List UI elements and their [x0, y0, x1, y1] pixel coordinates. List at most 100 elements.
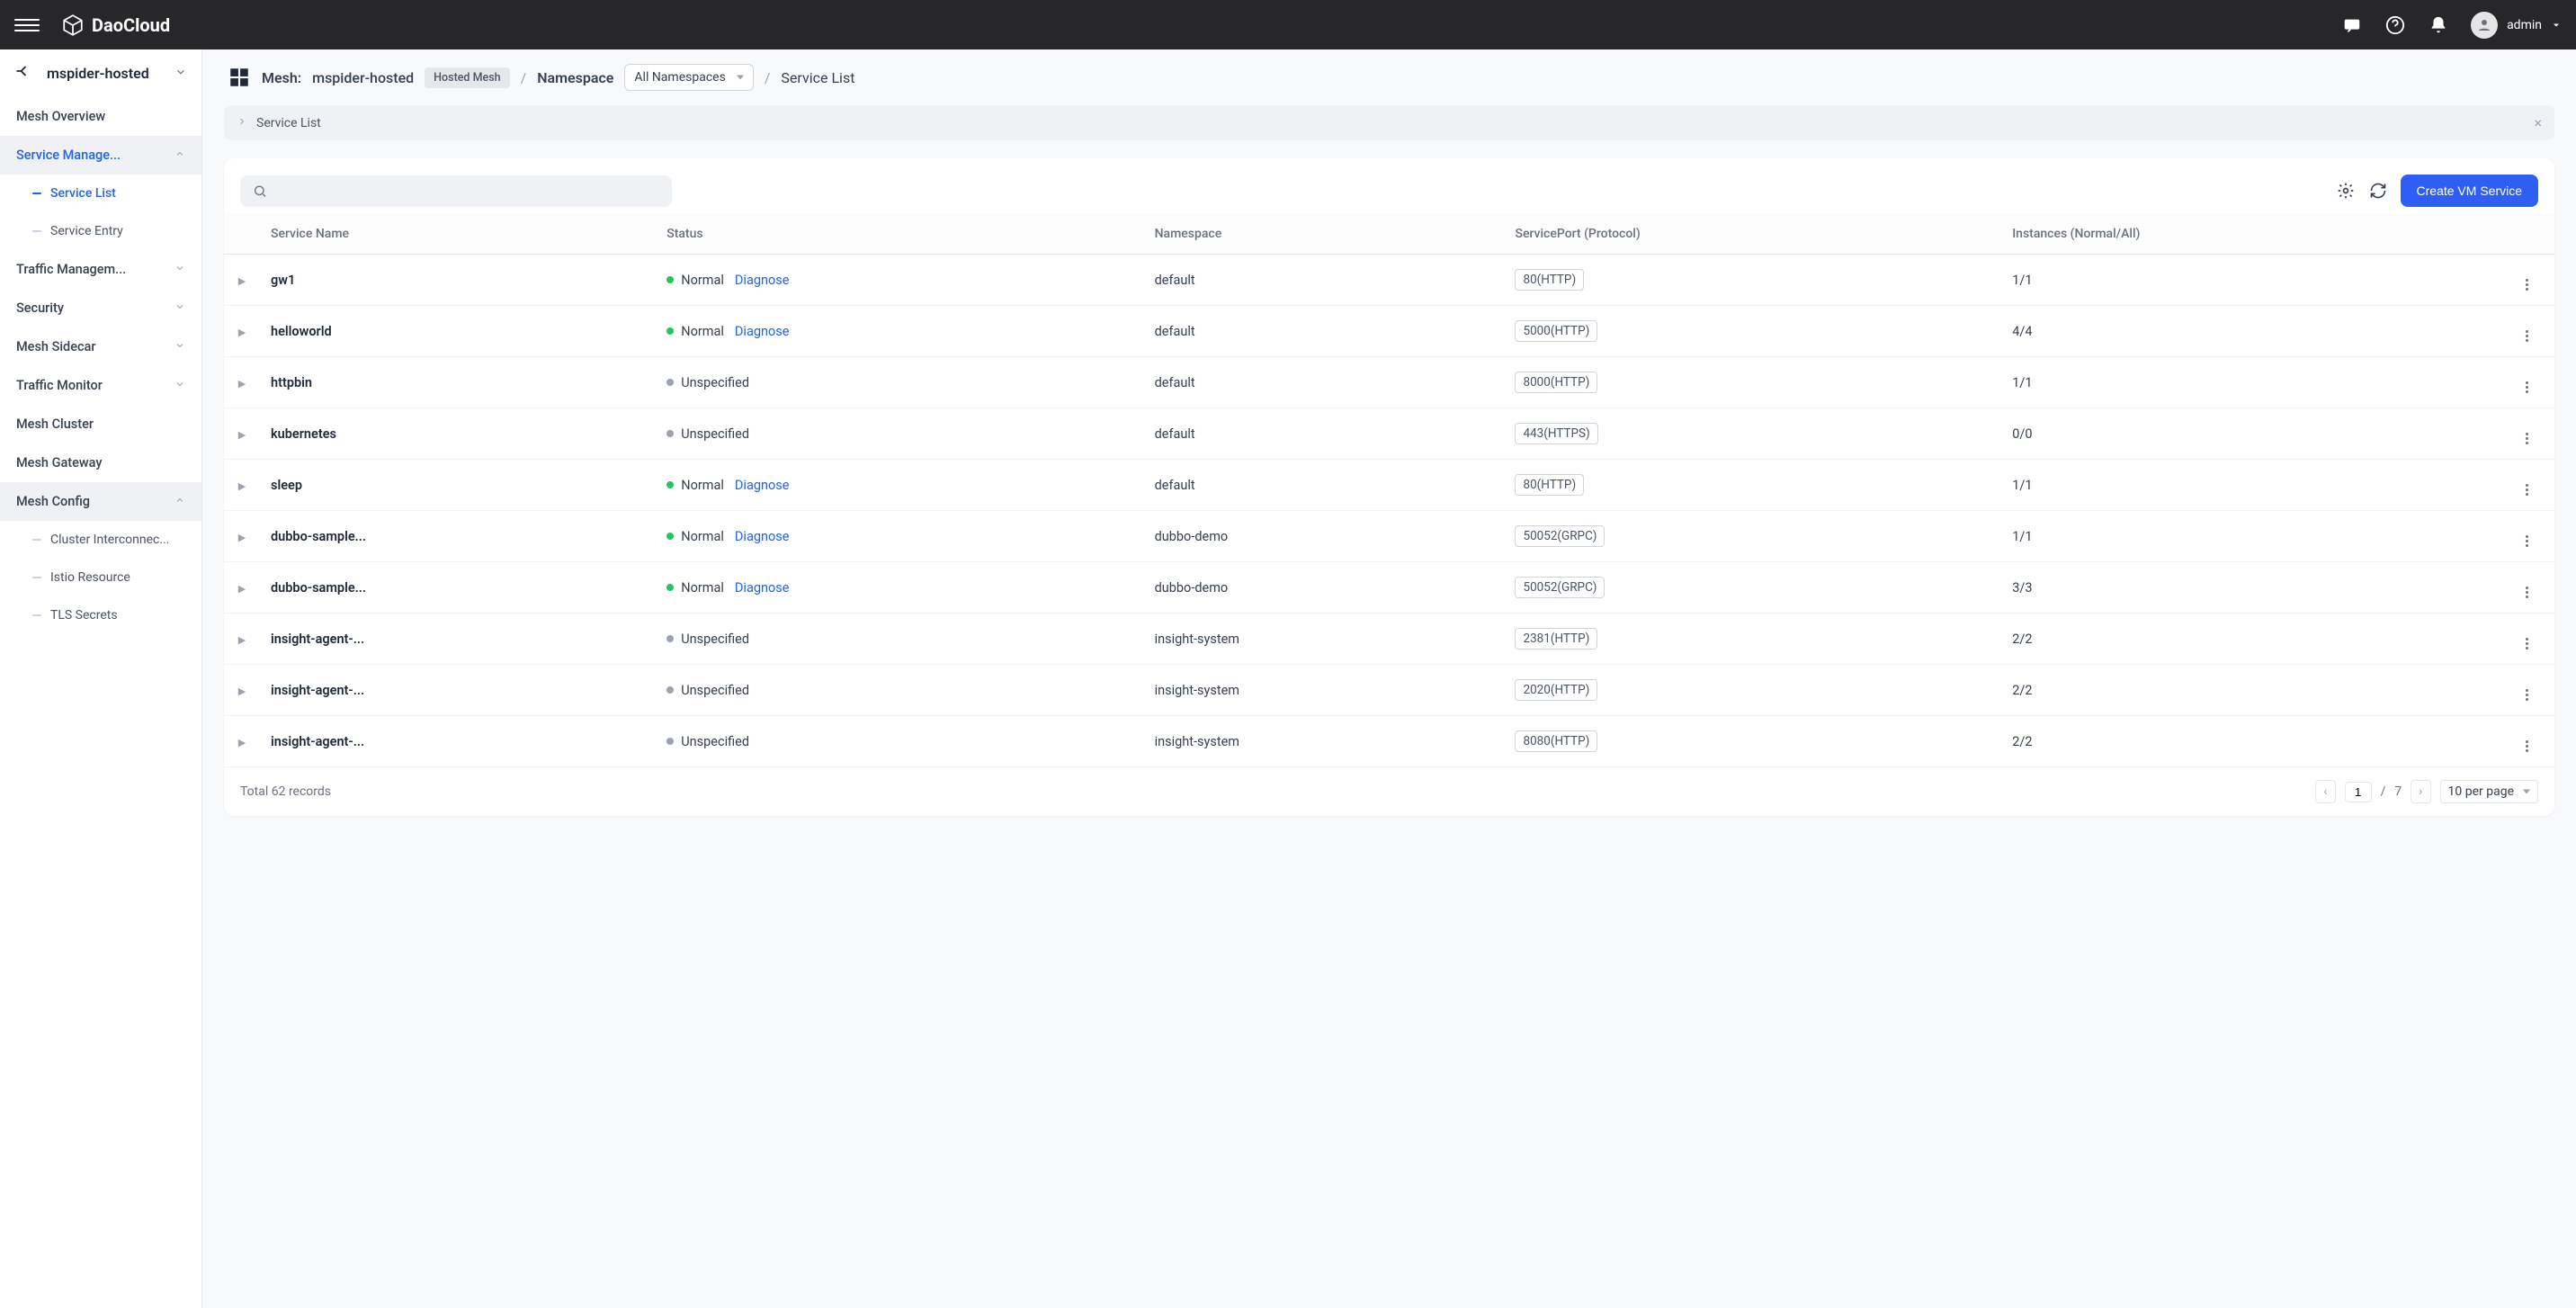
port-badge: 443(HTTPS): [1515, 423, 1597, 444]
col-service-name: Service Name: [260, 214, 656, 255]
expand-caret-icon[interactable]: ▶: [238, 429, 246, 441]
service-name[interactable]: insight-agent-...: [271, 632, 364, 647]
brand-logo[interactable]: DaoCloud: [61, 13, 170, 37]
status-text: Unspecified: [681, 734, 749, 749]
expand-caret-icon[interactable]: ▶: [238, 532, 246, 543]
row-menu-icon[interactable]: [2518, 433, 2535, 444]
sidebar-subitem[interactable]: TLS Secrets: [0, 596, 201, 634]
notifications-icon[interactable]: [2428, 14, 2449, 36]
row-menu-icon[interactable]: [2518, 381, 2535, 393]
expand-caret-icon[interactable]: ▶: [238, 583, 246, 595]
service-name[interactable]: dubbo-sample...: [271, 529, 366, 544]
table-row: ▶gw1Normal Diagnosedefault80(HTTP)1/1: [224, 255, 2554, 306]
chevron-right-icon[interactable]: [237, 116, 247, 130]
user-menu[interactable]: admin: [2471, 12, 2562, 39]
row-menu-icon[interactable]: [2518, 638, 2535, 650]
service-name[interactable]: httpbin: [271, 375, 312, 390]
service-table: Service Name Status Namespace ServicePor…: [224, 214, 2554, 767]
namespace-cell: insight-system: [1155, 734, 1239, 749]
namespace-cell: default: [1155, 273, 1195, 288]
dash-icon: [32, 230, 41, 232]
chevron-down-icon: [174, 263, 185, 276]
row-menu-icon[interactable]: [2518, 740, 2535, 752]
context-name: mspider-hosted: [47, 65, 149, 82]
expand-caret-icon[interactable]: ▶: [238, 634, 246, 646]
search-input-wrap[interactable]: [240, 175, 672, 207]
cube-icon: [61, 13, 85, 37]
sidebar-subitem-label: TLS Secrets: [50, 608, 118, 623]
expand-caret-icon[interactable]: ▶: [238, 685, 246, 697]
sidebar-item[interactable]: Mesh Config: [0, 482, 201, 521]
expand-caret-icon[interactable]: ▶: [238, 480, 246, 492]
expand-caret-icon[interactable]: ▶: [238, 378, 246, 390]
expand-caret-icon[interactable]: ▶: [238, 327, 246, 338]
service-name[interactable]: kubernetes: [271, 426, 336, 442]
refresh-icon[interactable]: [2368, 181, 2388, 201]
service-name[interactable]: insight-agent-...: [271, 734, 364, 749]
service-name[interactable]: gw1: [271, 273, 295, 288]
page-input[interactable]: [2345, 782, 2372, 802]
sidebar-subitem[interactable]: Istio Resource: [0, 559, 201, 596]
sidebar-item[interactable]: Service Manage...: [0, 136, 201, 175]
mesh-type-badge: Hosted Mesh: [425, 67, 509, 88]
sidebar-subitem[interactable]: Cluster Interconnec...: [0, 521, 201, 559]
next-page-button[interactable]: ›: [2411, 780, 2430, 803]
close-icon[interactable]: ×: [2534, 114, 2542, 131]
instances-cell: 2/2: [2012, 683, 2032, 698]
help-icon[interactable]: [2384, 14, 2406, 36]
diagnose-link[interactable]: Diagnose: [735, 580, 790, 596]
sidebar-subitem[interactable]: Service Entry: [0, 212, 201, 250]
status-dot-icon: [666, 738, 674, 745]
status-dot-icon: [666, 686, 674, 694]
messages-icon[interactable]: [2341, 14, 2363, 36]
col-instances: Instances (Normal/All): [2001, 214, 2508, 255]
diagnose-link[interactable]: Diagnose: [735, 529, 790, 544]
row-menu-icon[interactable]: [2518, 330, 2535, 342]
sidebar-item[interactable]: Mesh Overview: [0, 97, 201, 136]
status-text: Normal: [681, 580, 724, 596]
dash-icon: [32, 539, 41, 541]
settings-icon[interactable]: [2336, 181, 2356, 201]
row-menu-icon[interactable]: [2518, 279, 2535, 291]
diagnose-link[interactable]: Diagnose: [735, 478, 790, 493]
sidebar-item[interactable]: Mesh Sidecar: [0, 327, 201, 366]
sidebar-item[interactable]: Mesh Cluster: [0, 405, 201, 443]
namespace-cell: insight-system: [1155, 632, 1239, 647]
page-title: Service List: [781, 69, 854, 86]
expand-caret-icon[interactable]: ▶: [238, 275, 246, 287]
sidebar-item[interactable]: Security: [0, 289, 201, 327]
service-name[interactable]: helloworld: [271, 324, 332, 339]
row-menu-icon[interactable]: [2518, 484, 2535, 496]
search-input[interactable]: [276, 184, 659, 198]
service-name[interactable]: insight-agent-...: [271, 683, 364, 698]
port-badge: 8080(HTTP): [1515, 730, 1597, 752]
diagnose-link[interactable]: Diagnose: [735, 273, 790, 288]
diagnose-link[interactable]: Diagnose: [735, 324, 790, 339]
tab-service-list[interactable]: Service List: [256, 116, 321, 130]
expand-caret-icon[interactable]: ▶: [238, 737, 246, 748]
back-icon[interactable]: [14, 62, 32, 84]
sidebar-item-label: Security: [16, 300, 64, 316]
namespace-select[interactable]: All Namespaces: [624, 64, 753, 91]
port-badge: 80(HTTP): [1515, 269, 1584, 291]
status-dot-icon: [666, 533, 674, 540]
service-name[interactable]: sleep: [271, 478, 302, 493]
sidebar-item[interactable]: Traffic Managem...: [0, 250, 201, 289]
service-name[interactable]: dubbo-sample...: [271, 580, 366, 596]
total-records: Total 62 records: [240, 784, 331, 799]
chevron-down-icon[interactable]: [174, 65, 187, 82]
row-menu-icon[interactable]: [2518, 535, 2535, 547]
status-text: Normal: [681, 529, 724, 544]
prev-page-button[interactable]: ‹: [2315, 780, 2335, 803]
sidebar-item[interactable]: Traffic Monitor: [0, 366, 201, 405]
page-sep: /: [2381, 784, 2386, 799]
status-dot-icon: [666, 584, 674, 591]
port-badge: 2381(HTTP): [1515, 628, 1597, 650]
sidebar-subitem[interactable]: Service List: [0, 175, 201, 212]
per-page-select[interactable]: 10 per page: [2440, 780, 2538, 803]
row-menu-icon[interactable]: [2518, 587, 2535, 598]
hamburger-menu-icon[interactable]: [14, 13, 40, 38]
sidebar-item[interactable]: Mesh Gateway: [0, 443, 201, 482]
create-vm-service-button[interactable]: Create VM Service: [2401, 175, 2538, 207]
row-menu-icon[interactable]: [2518, 689, 2535, 701]
